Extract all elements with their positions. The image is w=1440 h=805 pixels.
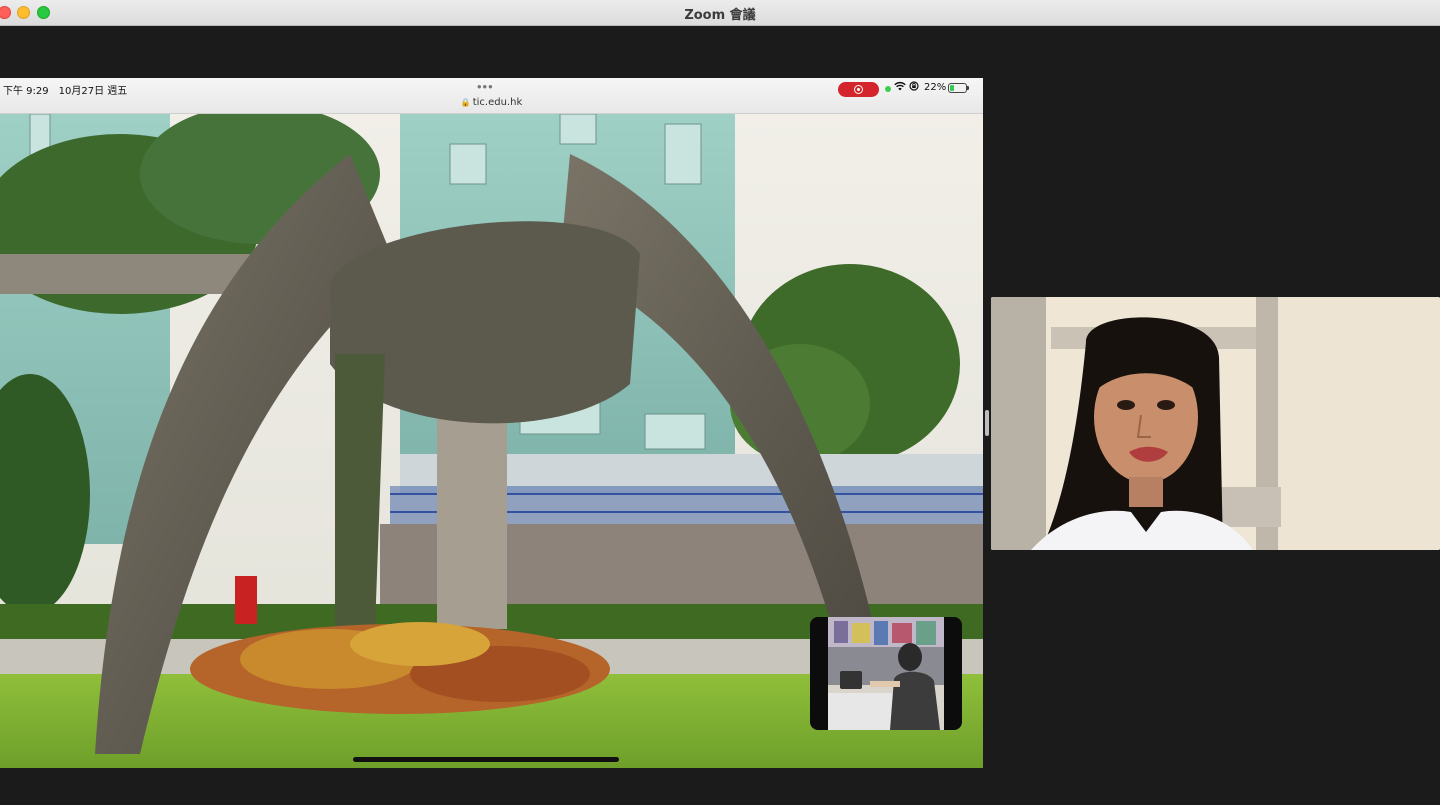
home-indicator[interactable] [353, 757, 619, 762]
status-time-date: 下午 9:29 10月27日 週五 [3, 86, 128, 97]
resize-handle[interactable] [985, 410, 989, 436]
battery-percent: 22% [924, 82, 947, 93]
self-view-video [828, 617, 944, 730]
window-title: Zoom 會議 [684, 8, 756, 23]
wifi-icon [894, 81, 906, 94]
multitasking-dots[interactable]: ••• [477, 79, 494, 94]
window-titlebar: Zoom 會議 [0, 0, 1440, 26]
screen-record-icon [854, 85, 863, 94]
self-view-thumbnail[interactable] [810, 617, 962, 730]
orientation-lock-icon [909, 81, 919, 94]
battery-charging-icon [948, 83, 969, 93]
participant-video [991, 297, 1440, 550]
address-url: tic.edu.hk [472, 97, 523, 108]
ipad-status-bar: 下午 9:29 10月27日 週五 ••• 🔒 tic.edu.hk 22% [0, 78, 983, 114]
participant-video-tile[interactable] [991, 297, 1440, 550]
address-bar[interactable]: 🔒 tic.edu.hk [0, 97, 983, 108]
shared-screen[interactable]: 下午 9:29 10月27日 週五 ••• 🔒 tic.edu.hk 22% [0, 78, 983, 768]
lock-icon: 🔒 [460, 98, 471, 107]
screen-record-indicator[interactable] [838, 82, 879, 97]
camera-in-use-indicator [885, 86, 891, 92]
